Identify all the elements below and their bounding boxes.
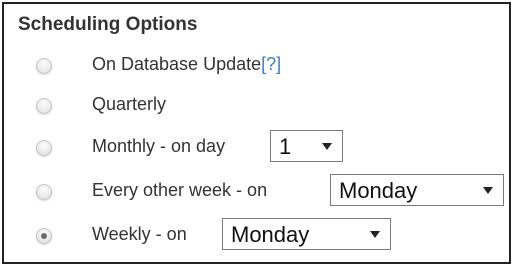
option-label-monthly: Monthly - on day: [92, 136, 226, 156]
monthly-day-select[interactable]: 1: [270, 130, 343, 162]
radio-on-database-update[interactable]: [36, 58, 52, 74]
option-label-every-other-week: Every other week - on: [92, 180, 268, 200]
radio-weekly[interactable]: [36, 228, 52, 244]
chevron-down-icon: [483, 187, 493, 194]
help-link[interactable]: [?]: [261, 54, 281, 74]
radio-every-other-week[interactable]: [36, 184, 52, 200]
weekly-day-value: Monday: [231, 222, 310, 247]
option-label-weekly: Weekly - on: [92, 224, 187, 244]
chevron-down-icon: [370, 231, 380, 238]
option-label-on-database-update: On Database Update[?]: [92, 54, 281, 75]
scheduling-options-panel: Scheduling Options On Database Update[?]…: [2, 2, 511, 264]
radio-quarterly[interactable]: [36, 98, 52, 114]
option-weekly: Weekly - on Monday: [4, 218, 509, 268]
option-label-quarterly: Quarterly: [92, 94, 167, 114]
panel-title: Scheduling Options: [18, 14, 198, 35]
option-label-text: On Database Update: [92, 54, 262, 74]
weekly-day-select[interactable]: Monday: [222, 218, 391, 250]
monthly-day-value: 1: [279, 134, 292, 159]
option-on-database-update: On Database Update[?]: [4, 54, 509, 98]
option-quarterly: Quarterly: [4, 94, 509, 138]
every-other-week-day-value: Monday: [339, 178, 418, 203]
radio-monthly[interactable]: [36, 140, 52, 156]
every-other-week-day-select[interactable]: Monday: [330, 174, 504, 206]
chevron-down-icon: [322, 143, 332, 150]
